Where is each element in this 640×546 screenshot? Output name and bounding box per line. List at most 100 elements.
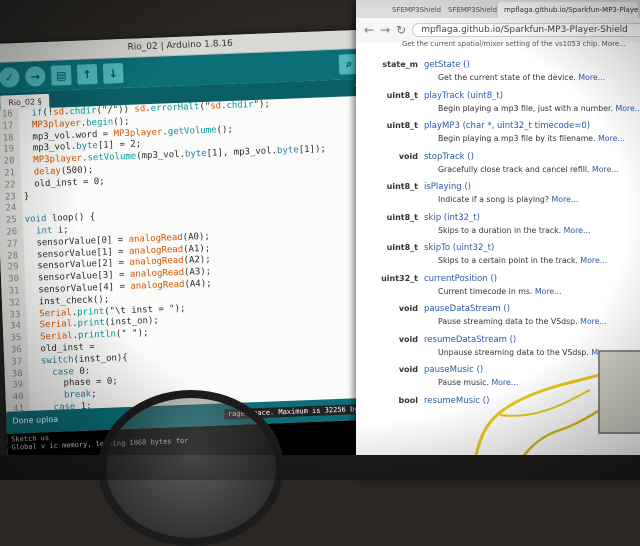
return-type: uint8_t	[387, 182, 418, 191]
description-text: Gracefully close track and cancel refill…	[438, 165, 590, 174]
save-sketch-button[interactable]: ↓	[103, 63, 124, 84]
back-arrow-icon[interactable]: ←	[364, 23, 374, 37]
more-link[interactable]: More...	[564, 226, 591, 235]
description-text: Indicate if a song is playing?	[438, 195, 549, 204]
function-description: Begin playing a mp3 file, just with a nu…	[438, 104, 640, 113]
function-link[interactable]: isPlaying ()	[424, 182, 471, 192]
more-link[interactable]: More...	[535, 287, 562, 296]
more-link[interactable]: More...	[615, 104, 640, 113]
return-type: state_m	[382, 60, 418, 69]
description-text: Skips to a duration in the track.	[438, 226, 561, 235]
line-number: 33	[2, 310, 20, 321]
address-bar[interactable]: mpflaga.github.io/Sparkfun-MP3-Player-Sh…	[412, 23, 640, 37]
description-text: Begin playing a mp3 file by its filename…	[438, 134, 596, 143]
description-text: Pause music.	[438, 378, 489, 387]
function-link[interactable]: stopTrack ()	[424, 152, 474, 162]
circuit-board	[598, 350, 640, 434]
description-text: Get the current state of the device.	[438, 73, 576, 82]
verify-button[interactable]: ✓	[0, 67, 20, 88]
reload-icon[interactable]: ↻	[396, 23, 406, 37]
more-link[interactable]: More...	[491, 378, 518, 387]
return-type: void	[399, 365, 418, 374]
upload-button[interactable]: →	[25, 66, 46, 87]
function-link[interactable]: resumeMusic ()	[424, 396, 489, 406]
return-type: void	[399, 335, 418, 344]
line-number: 18	[0, 133, 14, 144]
more-link[interactable]: More...	[592, 165, 619, 174]
browser-tab[interactable]: SFEMP3Shield	[386, 2, 448, 18]
line-number: 40	[5, 392, 23, 403]
code-text: case 0:	[30, 366, 90, 378]
forward-arrow-icon[interactable]: →	[380, 23, 390, 37]
line-number: 17	[0, 121, 13, 132]
code-text: old_inst =	[30, 342, 95, 354]
line-number: 31	[1, 286, 19, 297]
code-text: void loop() {	[25, 212, 96, 225]
function-description: Get the current state of the device. Mor…	[438, 73, 605, 82]
line-number: 34	[3, 321, 21, 332]
function-link[interactable]: skip (int32_t)	[424, 213, 480, 223]
line-number: 16	[0, 109, 13, 120]
more-link[interactable]: More...	[578, 73, 605, 82]
return-type: uint32_t	[381, 274, 418, 283]
line-number: 19	[0, 145, 14, 156]
browser-tabstrip: SFEMP3Shield SFEMP3Shield mpflaga.github…	[356, 0, 640, 18]
function-description: Gracefully close track and cancel refill…	[438, 165, 619, 174]
line-number: 36	[4, 345, 22, 356]
function-link[interactable]: currentPosition ()	[424, 274, 497, 284]
function-description: Indicate if a song is playing? More...	[438, 195, 578, 204]
browser-tab-active[interactable]: mpflaga.github.io/Sparkfun-MP3-Player-Sh…	[498, 2, 638, 18]
function-description: Pause streaming data to the VSdsp. More.…	[438, 317, 607, 326]
code-text: old_inst = 0;	[23, 177, 105, 190]
line-number: 21	[0, 168, 15, 179]
open-sketch-button[interactable]: ↑	[77, 64, 98, 85]
monitor-bezel	[0, 455, 640, 480]
line-number: 25	[0, 215, 17, 226]
description-text: Current timecode in ms.	[438, 287, 532, 296]
function-link[interactable]: pauseDataStream ()	[424, 304, 510, 314]
return-type: void	[399, 152, 418, 161]
line-number: 27	[0, 239, 18, 250]
more-link[interactable]: More...	[552, 195, 579, 204]
more-link[interactable]: More...	[598, 134, 625, 143]
description-text: Begin playing a mp3 file, just with a nu…	[438, 104, 613, 113]
function-link[interactable]: skipTo (uint32_t)	[424, 243, 494, 253]
line-number: 37	[4, 357, 22, 368]
code-text: inst_check();	[28, 294, 110, 307]
code-text: delay(500);	[23, 165, 94, 178]
code-editor[interactable]: 16 if(!sd.chdir("/")) sd.errorHalt("sd.c…	[0, 96, 376, 412]
function-link[interactable]: getState ()	[424, 60, 470, 70]
line-number: 39	[5, 380, 23, 391]
more-link[interactable]: More...	[580, 317, 607, 326]
line-number: 26	[0, 227, 17, 238]
truncated-description: Get the current spatial/mixer setting of…	[356, 40, 640, 48]
code-text: }	[24, 191, 30, 201]
function-link[interactable]: resumeDataStream ()	[424, 335, 516, 345]
function-link[interactable]: playMP3 (char *, uint32_t timecode=0)	[424, 121, 590, 131]
code-text: int i;	[25, 225, 69, 237]
return-type: uint8_t	[387, 91, 418, 100]
line-number: 38	[4, 369, 22, 380]
function-description: Skips to a duration in the track. More..…	[438, 226, 590, 235]
function-description: Unpause streaming data to the VSdsp. Mor…	[438, 348, 618, 357]
line-number: 23	[0, 192, 16, 203]
more-link[interactable]: More...	[580, 256, 607, 265]
function-link[interactable]: playTrack (uint8_t)	[424, 91, 503, 101]
line-number: 20	[0, 156, 15, 167]
return-type: bool	[399, 396, 418, 405]
line-number: 24	[0, 204, 17, 215]
description-text: Pause streaming data to the VSdsp.	[438, 317, 578, 326]
return-type: uint8_t	[387, 121, 418, 130]
line-number: 32	[2, 298, 20, 309]
return-type: uint8_t	[387, 213, 418, 222]
browser-tab[interactable]: SFEMP3Shield	[442, 2, 504, 18]
line-number: 28	[0, 251, 18, 262]
description-text: Skips to a certain point in the track.	[438, 256, 578, 265]
line-number: 30	[1, 274, 19, 285]
line-number: 29	[0, 263, 18, 274]
line-number: 22	[0, 180, 16, 191]
code-text: break;	[31, 389, 96, 401]
new-sketch-button[interactable]: ▤	[51, 65, 72, 86]
function-link[interactable]: pauseMusic ()	[424, 365, 483, 375]
code-lines: 16 if(!sd.chdir("/")) sd.errorHalt("sd.c…	[0, 96, 376, 412]
